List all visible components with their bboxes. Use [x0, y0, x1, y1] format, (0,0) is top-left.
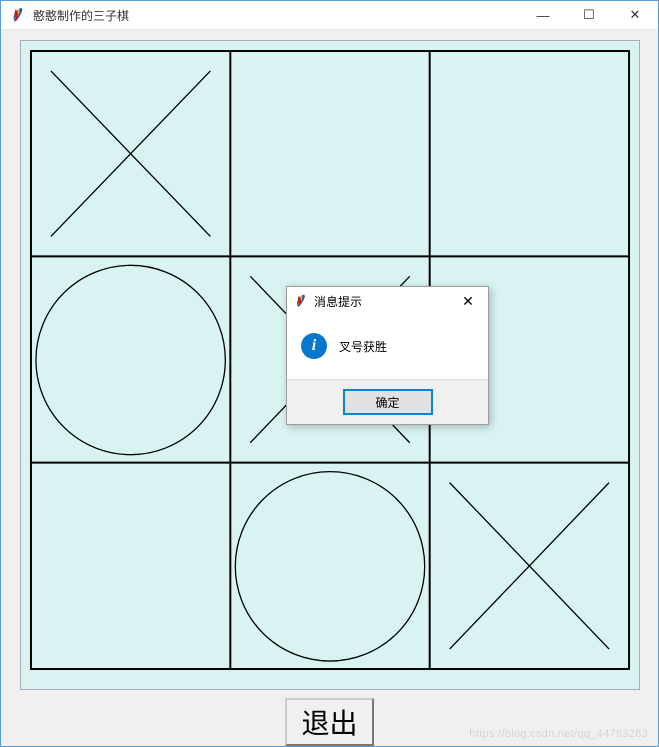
cell-r0c1[interactable] [231, 51, 431, 257]
cell-r2c0[interactable] [31, 464, 231, 671]
dialog-close-button[interactable]: ✕ [452, 287, 484, 315]
cell-r0c2[interactable] [431, 51, 631, 257]
message-dialog: 消息提示 ✕ i 叉号获胜 确定 [286, 286, 489, 425]
tk-feather-icon [293, 293, 309, 309]
cell-r2c2[interactable] [431, 464, 631, 671]
main-window: 憨憨制作的三子棋 — ☐ ✕ [0, 0, 659, 747]
dialog-title: 消息提示 [314, 293, 452, 310]
dialog-footer: 确定 [287, 379, 488, 424]
dialog-message: 叉号获胜 [339, 338, 387, 355]
tk-feather-icon [9, 6, 27, 24]
info-icon: i [301, 333, 327, 359]
window-control-buttons: — ☐ ✕ [520, 1, 658, 29]
window-title: 憨憨制作的三子棋 [33, 7, 520, 24]
watermark: https://blog.csdn.net/qq_44793283 [469, 728, 648, 740]
cell-r1c0[interactable] [31, 257, 231, 464]
bottom-bar: 退出 [285, 698, 373, 746]
maximize-button[interactable]: ☐ [566, 1, 612, 29]
dialog-titlebar[interactable]: 消息提示 ✕ [287, 287, 488, 315]
titlebar[interactable]: 憨憨制作的三子棋 — ☐ ✕ [1, 1, 658, 30]
close-button[interactable]: ✕ [612, 1, 658, 29]
dialog-body: i 叉号获胜 [287, 315, 488, 379]
quit-button[interactable]: 退出 [285, 698, 373, 746]
minimize-button[interactable]: — [520, 1, 566, 29]
cell-r2c1[interactable] [231, 464, 431, 671]
cell-r0c0[interactable] [31, 51, 231, 257]
dialog-ok-button[interactable]: 确定 [344, 390, 432, 414]
